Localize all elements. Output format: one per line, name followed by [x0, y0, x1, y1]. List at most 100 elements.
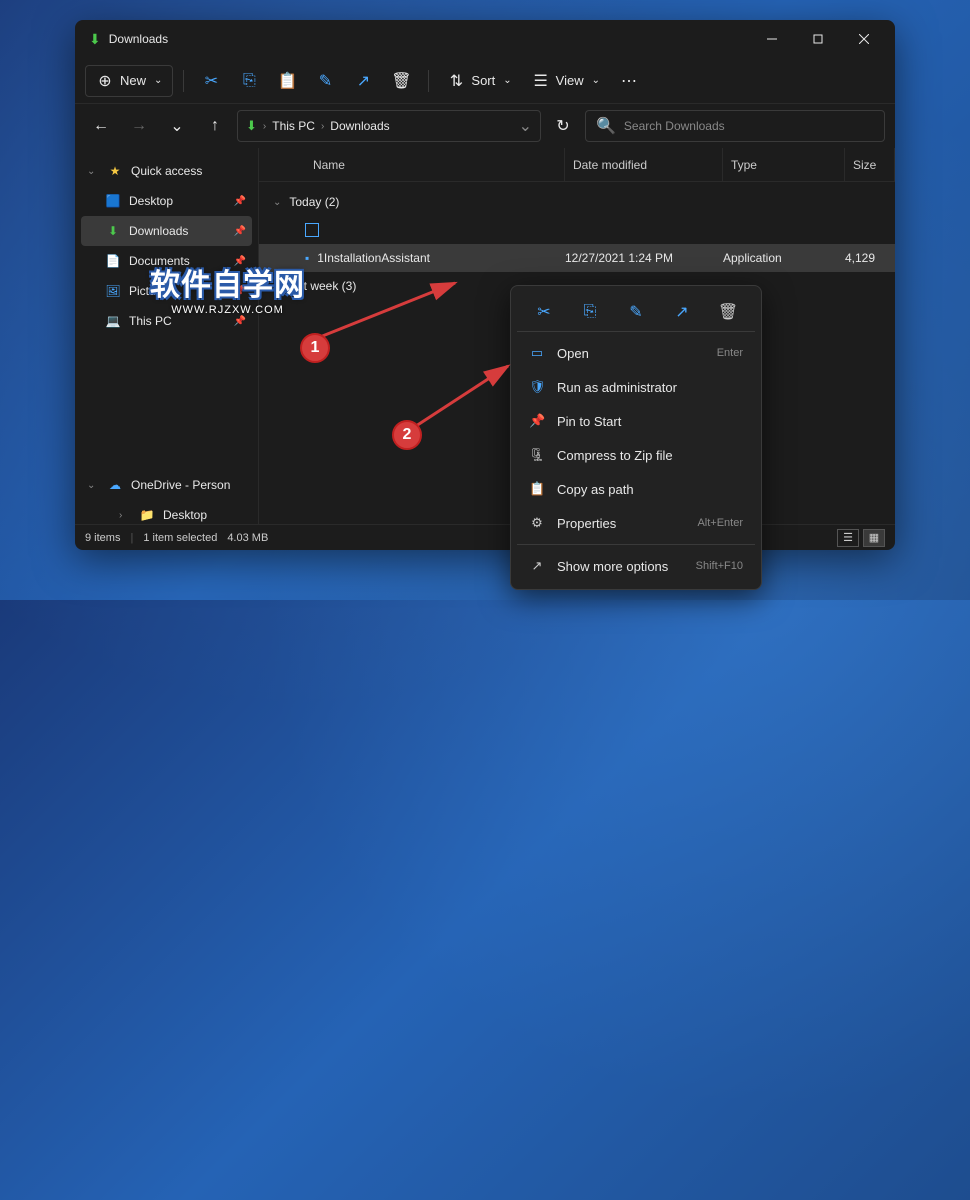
- trash-icon: 🗑: [392, 72, 410, 90]
- view-icons-button[interactable]: ▦: [863, 529, 885, 547]
- chevron-right-icon: ›: [273, 281, 276, 292]
- column-header-date[interactable]: Date modified: [565, 148, 723, 181]
- share-icon: ↗: [675, 302, 688, 322]
- app-icon: ▪: [305, 251, 309, 265]
- chevron-down-icon: ⌄: [87, 166, 99, 177]
- status-size: 4.03 MB: [227, 532, 268, 544]
- chevron-down-icon[interactable]: ⌄: [519, 116, 532, 136]
- rename-button[interactable]: ✎: [308, 65, 342, 97]
- sidebar-item-desktop[interactable]: 🟦 Desktop 📌: [81, 186, 252, 216]
- search-icon: 🔍: [596, 116, 616, 136]
- ctx-cut-button[interactable]: ✂: [527, 296, 561, 328]
- zip-icon: 🗜: [529, 447, 545, 463]
- ctx-run-admin[interactable]: 🛡 Run as administrator: [517, 370, 755, 404]
- sidebar-quick-access[interactable]: ⌄ ★ Quick access: [81, 156, 252, 186]
- open-icon: ▭: [529, 345, 545, 361]
- properties-icon: ⚙: [529, 515, 545, 531]
- column-header-name[interactable]: Name: [305, 148, 565, 181]
- minimize-button[interactable]: [749, 23, 795, 55]
- star-icon: ★: [107, 164, 123, 178]
- breadcrumb-item[interactable]: This PC: [272, 119, 315, 133]
- sidebar-item-desktop-od[interactable]: › 📁 Desktop: [81, 500, 252, 524]
- ctx-copy-path[interactable]: 📋 Copy as path: [517, 472, 755, 506]
- ctx-copy-button[interactable]: ⎘: [573, 296, 607, 328]
- statusbar: 9 items | 1 item selected 4.03 MB ☰ ▦: [75, 524, 895, 550]
- cut-button[interactable]: ✂: [194, 65, 228, 97]
- chevron-down-icon: ⌄: [154, 75, 162, 86]
- copy-button[interactable]: ⎘: [232, 65, 266, 97]
- breadcrumb-item[interactable]: Downloads: [330, 119, 389, 133]
- shield-icon: 🛡: [529, 379, 545, 395]
- file-row[interactable]: ▪1InstallationAssistant 12/27/2021 1:24 …: [259, 244, 895, 272]
- column-header-type[interactable]: Type: [723, 148, 845, 181]
- more-button[interactable]: ⋯: [612, 65, 646, 97]
- documents-icon: 📄: [105, 254, 121, 268]
- downloads-folder-icon: ⬇: [246, 118, 257, 134]
- rename-icon: ✎: [629, 302, 642, 322]
- copy-path-icon: 📋: [529, 481, 545, 497]
- back-button[interactable]: ←: [85, 110, 117, 142]
- sidebar-item-documents[interactable]: 📄 Documents 📌: [81, 246, 252, 276]
- pin-icon: 📌: [234, 286, 246, 297]
- plus-icon: ⊕: [96, 72, 114, 90]
- ellipsis-icon: ⋯: [620, 72, 638, 90]
- pictures-icon: 🖼: [105, 284, 121, 298]
- view-button[interactable]: ☰ View ⌄: [524, 65, 608, 97]
- recent-button[interactable]: ⌄: [161, 110, 193, 142]
- maximize-button[interactable]: [795, 23, 841, 55]
- pin-icon: 📌: [529, 413, 545, 429]
- close-button[interactable]: [841, 23, 887, 55]
- folder-icon: 📁: [139, 508, 155, 522]
- context-menu: ✂ ⎘ ✎ ↗ 🗑 ▭ Open Enter 🛡 Run as administ…: [510, 285, 762, 590]
- sidebar-item-thispc[interactable]: 💻 This PC 📌: [81, 306, 252, 336]
- group-today[interactable]: ⌄ Today (2): [259, 188, 895, 216]
- pin-icon: 📌: [234, 256, 246, 267]
- up-button[interactable]: ↑: [199, 110, 231, 142]
- copy-icon: ⎘: [240, 72, 258, 90]
- chevron-down-icon: ⌄: [592, 75, 600, 86]
- scissors-icon: ✂: [537, 302, 550, 322]
- sidebar-onedrive[interactable]: ⌄ ☁ OneDrive - Person: [81, 470, 252, 500]
- annotation-badge-2: 2: [392, 420, 422, 450]
- delete-button[interactable]: 🗑: [384, 65, 418, 97]
- scissors-icon: ✂: [202, 72, 220, 90]
- chevron-down-icon: ⌄: [273, 197, 281, 208]
- sidebar-item-pictures[interactable]: 🖼 Pictures 📌: [81, 276, 252, 306]
- sort-button[interactable]: ⇅ Sort ⌄: [439, 65, 519, 97]
- ctx-more-options[interactable]: ↗ Show more options Shift+F10: [517, 549, 755, 583]
- window-title: Downloads: [109, 32, 749, 46]
- ctx-rename-button[interactable]: ✎: [619, 296, 653, 328]
- annotation-badge-1: 1: [300, 333, 330, 363]
- paste-icon: 📋: [278, 72, 296, 90]
- view-details-button[interactable]: ☰: [837, 529, 859, 547]
- ctx-share-button[interactable]: ↗: [665, 296, 699, 328]
- paste-button[interactable]: 📋: [270, 65, 304, 97]
- forward-button[interactable]: →: [123, 110, 155, 142]
- pc-icon: 💻: [105, 314, 121, 328]
- search-box[interactable]: 🔍: [585, 110, 885, 142]
- share-icon: ↗: [354, 72, 372, 90]
- ctx-compress[interactable]: 🗜 Compress to Zip file: [517, 438, 755, 472]
- refresh-button[interactable]: ↻: [547, 110, 579, 142]
- status-item-count: 9 items: [85, 532, 120, 544]
- sidebar-item-downloads[interactable]: ⬇ Downloads 📌: [81, 216, 252, 246]
- column-headers: Name Date modified Type Size: [259, 148, 895, 182]
- view-icon: ☰: [532, 72, 550, 90]
- ctx-properties[interactable]: ⚙ Properties Alt+Enter: [517, 506, 755, 540]
- search-input[interactable]: [624, 119, 874, 133]
- ctx-pin-start[interactable]: 📌 Pin to Start: [517, 404, 755, 438]
- download-icon: ⬇: [105, 224, 121, 238]
- sidebar: ⌄ ★ Quick access 🟦 Desktop 📌 ⬇ Downloads…: [75, 148, 259, 524]
- new-button[interactable]: ⊕ New ⌄: [85, 65, 173, 97]
- trash-icon: 🗑: [718, 302, 738, 322]
- toolbar: ⊕ New ⌄ ✂ ⎘ 📋 ✎ ↗ 🗑 ⇅ Sort ⌄ ☰ View ⌄ ⋯: [75, 58, 895, 104]
- breadcrumb[interactable]: ⬇ › This PC › Downloads ⌄: [237, 110, 541, 142]
- downloads-folder-icon: ⬇: [89, 31, 101, 48]
- chevron-down-icon: ⌄: [87, 480, 99, 491]
- cloud-icon: ☁: [107, 478, 123, 492]
- column-header-size[interactable]: Size: [845, 148, 895, 181]
- ctx-open[interactable]: ▭ Open Enter: [517, 336, 755, 370]
- share-button[interactable]: ↗: [346, 65, 380, 97]
- ctx-delete-button[interactable]: 🗑: [711, 296, 745, 328]
- status-selected: 1 item selected: [143, 532, 217, 544]
